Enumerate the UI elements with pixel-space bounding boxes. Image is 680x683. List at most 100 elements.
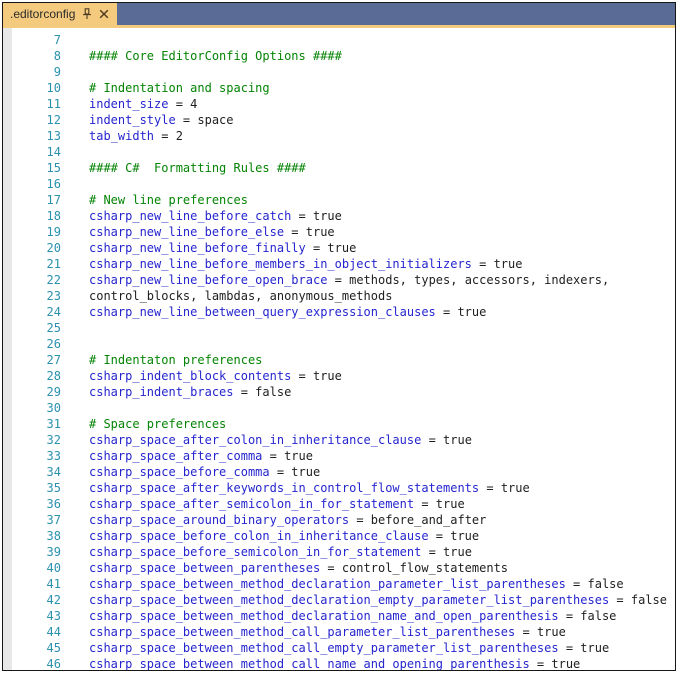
tab-editorconfig[interactable]: .editorconfig: [3, 3, 118, 25]
code-line[interactable]: 43 csharp_space_between_method_declaratio…: [4, 608, 675, 624]
code-line[interactable]: 15 #### C# Formatting Rules ####: [4, 160, 675, 176]
code-line[interactable]: 42 csharp_space_between_method_declaratio…: [4, 592, 675, 608]
line-number: 10: [46, 81, 61, 95]
line-number: 37: [46, 513, 61, 527]
code-line[interactable]: 30: [4, 400, 675, 416]
code-text: # New line preferences: [89, 193, 248, 207]
code-text: indent_style = space: [89, 113, 234, 127]
code-line[interactable]: 31 # Space preferences: [4, 416, 675, 432]
line-number: 16: [46, 177, 61, 191]
code-text: csharp_space_after_comma = true: [89, 449, 313, 463]
code-text: csharp_space_between_method_declaration_…: [89, 593, 667, 607]
editor-window: .editorconfig 7 8 #### Core EditorConfig O…: [2, 2, 676, 671]
line-number: 46: [46, 657, 61, 671]
code-line[interactable]: 23 control_blocks, lambdas, anonymous_met…: [4, 288, 675, 304]
line-number: 28: [46, 369, 61, 383]
code-line[interactable]: 9: [4, 64, 675, 80]
code-text: # Space preferences: [89, 417, 227, 431]
line-number: 17: [46, 193, 61, 207]
code-text: csharp_space_before_colon_in_inheritance…: [89, 529, 480, 543]
line-number: 41: [46, 577, 61, 591]
code-text: csharp_indent_braces = false: [89, 385, 292, 399]
close-icon[interactable]: [99, 9, 109, 19]
code-text: csharp_space_between_method_declaration_…: [89, 577, 624, 591]
code-line[interactable]: 27 # Indentaton preferences: [4, 352, 675, 368]
code-line[interactable]: 8 #### Core EditorConfig Options ####: [4, 48, 675, 64]
line-number: 35: [46, 481, 61, 495]
code-line[interactable]: 36 csharp_space_after_semicolon_in_for_st…: [4, 496, 675, 512]
code-line[interactable]: 32 csharp_space_after_colon_in_inheritanc…: [4, 432, 675, 448]
code-text: csharp_space_after_semicolon_in_for_stat…: [89, 497, 465, 511]
code-text: csharp_space_before_semicolon_in_for_sta…: [89, 545, 472, 559]
line-number: 36: [46, 497, 61, 511]
code-text: csharp_space_between_method_call_name_an…: [89, 657, 581, 671]
line-number: 25: [46, 321, 61, 335]
pin-icon[interactable]: [82, 8, 92, 20]
code-line[interactable]: 37 csharp_space_around_binary_operators =…: [4, 512, 675, 528]
code-text: csharp_space_after_colon_in_inheritance_…: [89, 433, 472, 447]
code-text: csharp_space_around_binary_operators = b…: [89, 513, 487, 527]
code-text: csharp_new_line_before_finally = true: [89, 241, 357, 255]
line-number: 31: [46, 417, 61, 431]
code-text: csharp_new_line_between_query_expression…: [89, 305, 487, 319]
code-text: csharp_space_between_method_call_paramet…: [89, 625, 566, 639]
line-number: 45: [46, 641, 61, 655]
code-line[interactable]: 12 indent_style = space: [4, 112, 675, 128]
code-editor[interactable]: 7 8 #### Core EditorConfig Options #### 9 10…: [3, 28, 675, 671]
line-number: 42: [46, 593, 61, 607]
code-line[interactable]: 17 # New line preferences: [4, 192, 675, 208]
code-line[interactable]: 20 csharp_new_line_before_finally = true: [4, 240, 675, 256]
line-number: 20: [46, 241, 61, 255]
code-line[interactable]: 7: [4, 32, 675, 48]
line-number: 44: [46, 625, 61, 639]
code-line[interactable]: 25: [4, 320, 675, 336]
code-line[interactable]: 34 csharp_space_before_comma = true: [4, 464, 675, 480]
line-number: 33: [46, 449, 61, 463]
line-number: 29: [46, 385, 61, 399]
code-line[interactable]: 33 csharp_space_after_comma = true: [4, 448, 675, 464]
code-line[interactable]: 16: [4, 176, 675, 192]
code-text: csharp_space_between_method_declaration_…: [89, 609, 617, 623]
code-line[interactable]: 21 csharp_new_line_before_members_in_obje…: [4, 256, 675, 272]
code-line[interactable]: 44 csharp_space_between_method_call_param…: [4, 624, 675, 640]
line-number: 8: [53, 49, 61, 63]
line-number: 38: [46, 529, 61, 543]
code-text: csharp_new_line_before_else = true: [89, 225, 335, 239]
code-line[interactable]: 29 csharp_indent_braces = false: [4, 384, 675, 400]
line-number: 32: [46, 433, 61, 447]
code-line[interactable]: 13 tab_width = 2: [4, 128, 675, 144]
line-number: 40: [46, 561, 61, 575]
code-text: csharp_new_line_before_open_brace = meth…: [89, 273, 610, 287]
code-text: #### Core EditorConfig Options ####: [89, 49, 342, 63]
code-text: csharp_space_between_parentheses = contr…: [89, 561, 509, 575]
code-line[interactable]: 24 csharp_new_line_between_query_expressi…: [4, 304, 675, 320]
code-line[interactable]: 10 # Indentation and spacing: [4, 80, 675, 96]
line-number: 7: [53, 33, 61, 47]
code-line[interactable]: 40 csharp_space_between_parentheses = con…: [4, 560, 675, 576]
code-line[interactable]: 22 csharp_new_line_before_open_brace = me…: [4, 272, 675, 288]
line-number: 9: [53, 65, 61, 79]
code-text: indent_size = 4: [89, 97, 198, 111]
line-number: 34: [46, 465, 61, 479]
line-number: 12: [46, 113, 61, 127]
code-text: csharp_space_between_method_call_empty_p…: [89, 641, 610, 655]
code-line[interactable]: 38 csharp_space_before_colon_in_inheritan…: [4, 528, 675, 544]
code-text: #### C# Formatting Rules ####: [89, 161, 306, 175]
line-number: 27: [46, 353, 61, 367]
code-line[interactable]: 35 csharp_space_after_keywords_in_control…: [4, 480, 675, 496]
code-line[interactable]: 45 csharp_space_between_method_call_empty…: [4, 640, 675, 656]
code-line[interactable]: 14: [4, 144, 675, 160]
line-number: 21: [46, 257, 61, 271]
code-line[interactable]: 46 csharp_space_between_method_call_name_…: [4, 656, 675, 671]
code-line[interactable]: 39 csharp_space_before_semicolon_in_for_s…: [4, 544, 675, 560]
code-line[interactable]: 28 csharp_indent_block_contents = true: [4, 368, 675, 384]
code-line[interactable]: 41 csharp_space_between_method_declaratio…: [4, 576, 675, 592]
line-number: 26: [46, 337, 61, 351]
line-number: 14: [46, 145, 61, 159]
code-line[interactable]: 18 csharp_new_line_before_catch = true: [4, 208, 675, 224]
line-number: 18: [46, 209, 61, 223]
code-line[interactable]: 26: [4, 336, 675, 352]
code-line[interactable]: 19 csharp_new_line_before_else = true: [4, 224, 675, 240]
code-line[interactable]: 11 indent_size = 4: [4, 96, 675, 112]
code-text: csharp_new_line_before_members_in_object…: [89, 257, 523, 271]
